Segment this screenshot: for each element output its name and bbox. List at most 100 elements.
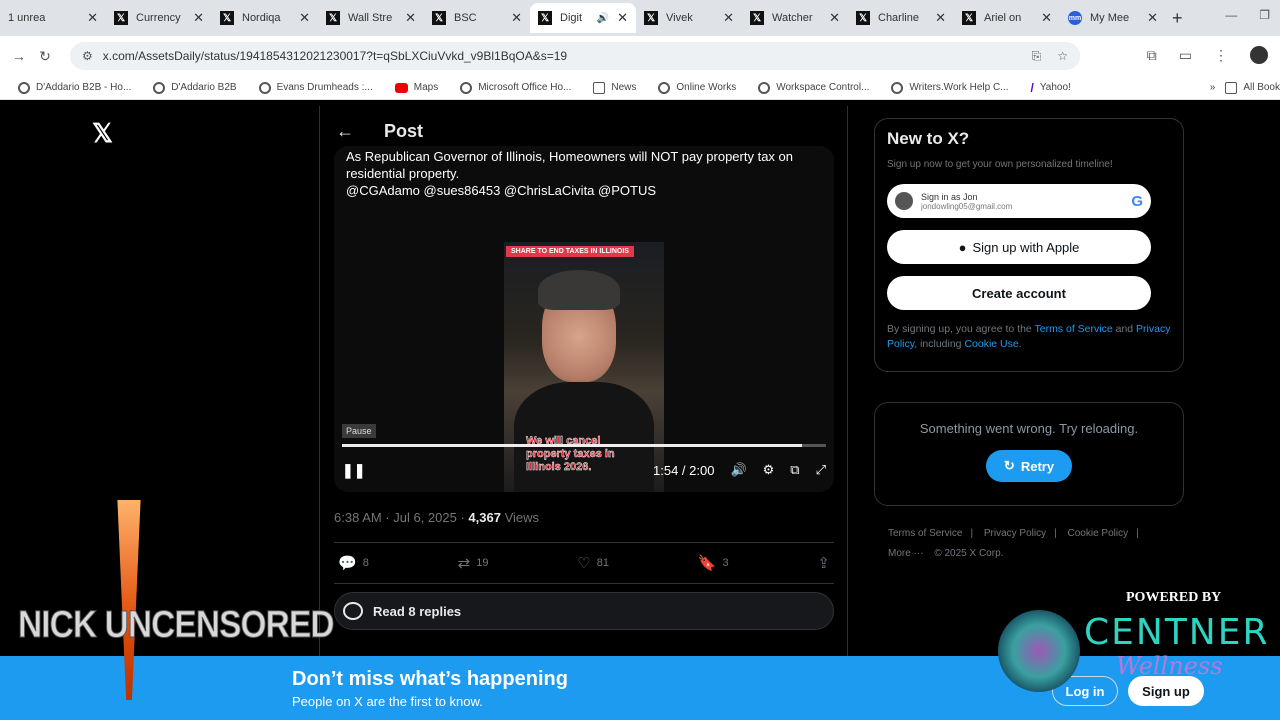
footer-links: Terms of Service | Privacy Policy | Cookie… [888, 528, 1139, 559]
video-time: 1:54 / 2:00 [653, 462, 715, 478]
url-text: x.com/AssetsDaily/status/194185431202123… [102, 49, 568, 63]
browser-tab[interactable]: mm My Mee ✕ [1060, 3, 1166, 33]
centner-wellness-logo: POWERED BY CENTNER Wellness [996, 586, 1276, 696]
repost-button[interactable]: ⇄ 19 [458, 554, 489, 572]
signup-card: New to X? Sign up now to get your own pe… [874, 118, 1184, 372]
globe-icon [658, 81, 671, 94]
browser-tab[interactable]: 𝕏 Charline ✕ [848, 3, 954, 33]
close-tab-icon[interactable]: ✕ [1041, 10, 1052, 26]
close-tab-icon[interactable]: ✕ [723, 10, 734, 26]
reply-icon: 💬 [338, 555, 357, 572]
read-replies-button[interactable]: Read 8 replies [334, 592, 834, 630]
bookmarks-bar: D'Addario B2B - Ho... D'Addario B2B Evan… [0, 76, 1280, 100]
error-message: Something went wrong. Try reloading. [919, 421, 1139, 436]
bookmark-item[interactable]: Writers.Work Help C... [891, 81, 1009, 94]
signup-subtitle: Sign up now to get your own personalized… [887, 159, 1113, 170]
new-tab-button[interactable]: + [1172, 8, 1183, 29]
star-icon[interactable]: ☆ [1057, 49, 1068, 64]
profile-avatar[interactable] [1250, 46, 1268, 64]
reply-button[interactable]: 💬 8 [338, 554, 369, 572]
mandala-icon [998, 610, 1080, 692]
share-icon: ⇪ [817, 555, 830, 572]
google-signin-button[interactable]: Sign in as Jon jondowling05@gmail.com G [887, 184, 1151, 218]
x-logo-icon: 𝕏 [962, 11, 976, 25]
cast-icon[interactable]: ▭ [1179, 47, 1192, 64]
close-tab-icon[interactable]: ✕ [1147, 10, 1158, 26]
terms-link[interactable]: Terms of Service [1035, 323, 1113, 335]
create-account-button[interactable]: Create account [887, 276, 1151, 310]
globe-icon [460, 81, 473, 94]
post-column: ← Post As Republican Governor of Illinoi… [319, 106, 848, 656]
footer-link[interactable]: Cookie Policy [1068, 528, 1129, 539]
speaker-icon: 🔊 [596, 12, 610, 24]
menu-dots-icon[interactable]: ⋮ [1214, 47, 1228, 64]
browser-tab-active[interactable]: 𝕏 Digit 🔊 ✕ [530, 3, 636, 33]
youtube-icon [394, 82, 408, 93]
settings-gear-icon[interactable]: ⚙ [763, 462, 775, 478]
bookmark-item[interactable]: Workspace Control... [758, 81, 869, 94]
close-tab-icon[interactable]: ✕ [829, 10, 840, 26]
copyright: © 2025 X Corp. [934, 548, 1004, 559]
video-banner: SHARE TO END TAXES IN ILLINOIS [506, 246, 634, 257]
browser-tab-bar: 1 unrea ✕ 𝕏 Currency ✕ 𝕏 Nordiqa ✕ 𝕏 Wall Stre… [0, 0, 1280, 36]
bookmark-button[interactable]: 🔖 3 [698, 554, 729, 572]
bookmark-item[interactable]: D'Addario B2B [153, 81, 237, 94]
views-label: Views [500, 510, 540, 525]
close-tab-icon[interactable]: ✕ [617, 10, 628, 26]
browser-tab[interactable]: 𝕏 Watcher ✕ [742, 3, 848, 33]
x-logo-icon[interactable]: 𝕏 [92, 118, 113, 149]
close-tab-icon[interactable]: ✕ [935, 10, 946, 26]
bookmark-item[interactable]: Microsoft Office Ho... [460, 81, 571, 94]
x-logo-icon: 𝕏 [856, 11, 870, 25]
x-logo-icon: 𝕏 [114, 11, 128, 25]
forward-icon[interactable]: → [6, 48, 32, 64]
post-mentions[interactable]: @CGAdamo @sues86453 @ChrisLaCivita @POTU… [346, 182, 822, 199]
share-button[interactable]: ⇪ [817, 554, 830, 572]
all-bookmarks[interactable]: All Book [1225, 81, 1280, 94]
cookie-link[interactable]: Cookie Use [964, 338, 1018, 350]
browser-tab[interactable]: 𝕏 Currency ✕ [106, 3, 212, 33]
banner-subtitle: People on X are the first to know. [292, 694, 483, 709]
google-account-name: Sign in as Jon [921, 191, 978, 202]
bookmark-item[interactable]: News [593, 81, 636, 94]
pip-icon[interactable]: ⧉ [790, 462, 799, 478]
bookmark-item[interactable]: Evans Drumheads :... [258, 81, 373, 94]
close-tab-icon[interactable]: ✕ [87, 10, 98, 26]
pause-icon[interactable]: ❚❚ [342, 462, 365, 479]
close-tab-icon[interactable]: ✕ [405, 10, 416, 26]
install-app-icon[interactable]: ⎘ [1032, 49, 1042, 64]
back-arrow-icon[interactable]: ← [336, 121, 354, 142]
footer-more[interactable]: More ··· [888, 548, 924, 559]
video-player[interactable]: SHARE TO END TAXES IN ILLINOIS We will c… [504, 242, 664, 492]
browser-tab[interactable]: 𝕏 BSC ✕ [424, 3, 530, 33]
bookmark-item[interactable]: Maps [394, 82, 438, 93]
like-button[interactable]: ♡ 81 [577, 554, 609, 572]
retry-button[interactable]: ↻ Retry [986, 450, 1072, 482]
url-field[interactable]: ⚙ x.com/AssetsDaily/status/1941854312021… [70, 42, 1080, 70]
volume-icon[interactable]: 🔊 [730, 462, 746, 478]
bookmark-item[interactable]: D'Addario B2B - Ho... [18, 81, 131, 94]
bookmarks-overflow-button[interactable]: » [1210, 82, 1216, 93]
close-tab-icon[interactable]: ✕ [511, 10, 522, 26]
extensions-icon[interactable]: ⧉ [1147, 47, 1157, 64]
browser-tab[interactable]: 𝕏 Vivek ✕ [636, 3, 742, 33]
restore-icon[interactable]: ❐ [1259, 8, 1270, 22]
browser-tab[interactable]: 𝕏 Nordiqa ✕ [212, 3, 318, 33]
footer-link[interactable]: Privacy Policy [984, 528, 1046, 539]
site-info-icon[interactable]: ⚙ [82, 49, 93, 63]
reload-icon[interactable]: ↻ [32, 48, 58, 65]
minimize-icon[interactable]: — [1225, 8, 1237, 22]
apple-signup-button[interactable]: ● Sign up with Apple [887, 230, 1151, 264]
bookmark-item[interactable]: / Yahoo! [1031, 81, 1071, 95]
browser-tab[interactable]: 𝕏 Wall Stre ✕ [318, 3, 424, 33]
browser-tab[interactable]: 1 unrea ✕ [0, 3, 106, 33]
close-tab-icon[interactable]: ✕ [193, 10, 204, 26]
fullscreen-icon[interactable]: ⤢ [816, 462, 826, 478]
browser-tab[interactable]: 𝕏 Ariel on ✕ [954, 3, 1060, 33]
close-tab-icon[interactable]: ✕ [299, 10, 310, 26]
video-progress-bar[interactable] [342, 444, 826, 447]
post-text-line: residential property. [346, 166, 460, 181]
bookmark-item[interactable]: Online Works [658, 81, 736, 94]
post-timestamp[interactable]: 6:38 AM · Jul 6, 2025 · [334, 510, 468, 525]
footer-link[interactable]: Terms of Service [888, 528, 962, 539]
